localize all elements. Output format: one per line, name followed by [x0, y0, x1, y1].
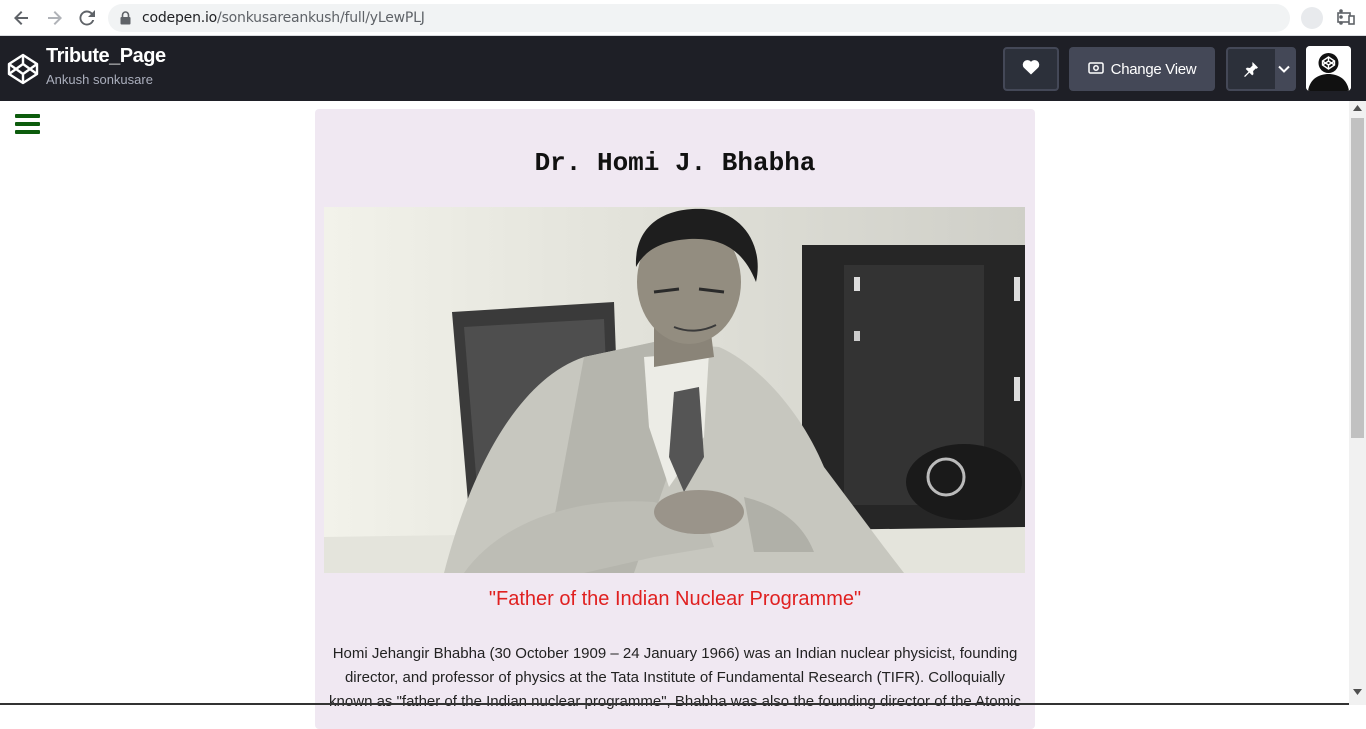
scroll-down-icon[interactable]	[1353, 689, 1362, 695]
scroll-up-icon[interactable]	[1353, 105, 1362, 111]
user-avatar[interactable]	[1306, 46, 1351, 91]
pen-title[interactable]: Tribute_Page	[46, 45, 166, 68]
pen-preview: Dr. Homi J. Bhabha "Father of the Indian…	[0, 101, 1366, 729]
pin-button[interactable]	[1226, 47, 1296, 91]
menu-kebab-icon[interactable]	[1339, 9, 1343, 30]
profile-avatar[interactable]	[1301, 7, 1323, 29]
chevron-down-icon[interactable]	[1274, 49, 1294, 89]
pen-author[interactable]: Ankush sonkusare	[46, 72, 153, 87]
codepen-logo-icon[interactable]	[7, 53, 39, 90]
browser-toolbar: codepen.io/sonkusareankush/full/yLewPLJ	[0, 0, 1366, 36]
lock-icon	[120, 11, 131, 30]
hamburger-icon[interactable]	[15, 114, 40, 138]
pin-icon[interactable]	[1228, 49, 1275, 89]
reload-icon[interactable]	[76, 7, 98, 29]
heart-icon	[1022, 59, 1040, 80]
url-text: codepen.io/sonkusareankush/full/yLewPLJ	[142, 10, 425, 26]
codepen-header: Tribute_Page Ankush sonkusare Change Vie…	[0, 36, 1366, 101]
url-path: /sonkusareankush/full/yLewPLJ	[217, 10, 425, 26]
scrollbar-thumb[interactable]	[1351, 118, 1364, 438]
forward-icon[interactable]	[43, 7, 65, 29]
page-title: Dr. Homi J. Bhabha	[534, 148, 816, 178]
change-view-button[interactable]: Change View	[1069, 47, 1215, 91]
tribute-card: Dr. Homi J. Bhabha "Father of the Indian…	[315, 109, 1035, 729]
heart-button[interactable]	[1003, 47, 1059, 91]
address-bar[interactable]: codepen.io/sonkusareankush/full/yLewPLJ	[108, 4, 1355, 32]
tagline: "Father of the Indian Nuclear Programme"	[488, 588, 862, 610]
eye-icon	[1087, 61, 1111, 78]
portrait-image	[324, 207, 1025, 573]
vertical-scrollbar[interactable]	[1349, 101, 1366, 705]
change-view-label: Change View	[1110, 60, 1197, 78]
back-icon[interactable]	[11, 7, 33, 29]
url-host: codepen.io	[142, 10, 218, 26]
